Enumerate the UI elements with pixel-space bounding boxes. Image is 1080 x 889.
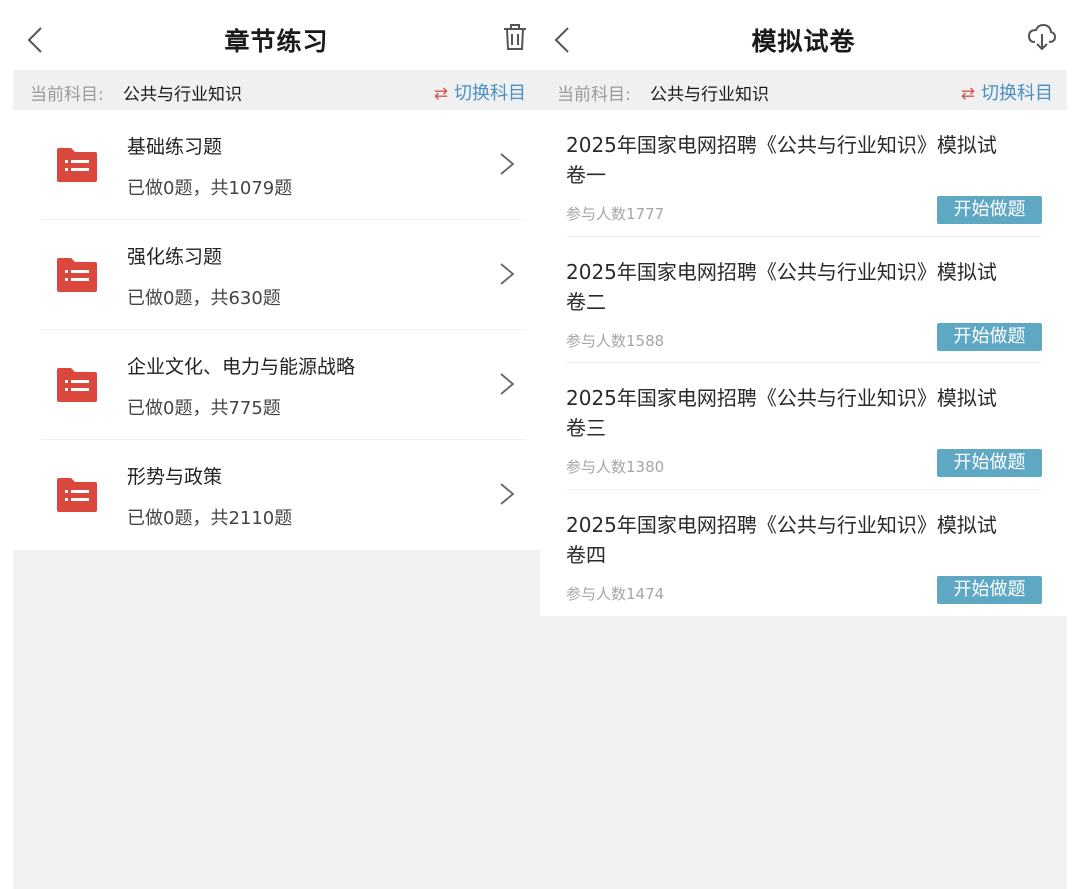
subject-value: 公共与行业知识 [123,85,242,105]
chapter-name: 企业文化、电力与能源战略 [127,356,356,378]
switch-subject-label: 切换科目 [454,83,526,104]
chapter-progress: 已做0题，共775题 [127,398,281,419]
folder-icon [57,258,97,292]
paper-title: 2025年国家电网招聘《公共与行业知识》模拟试卷一 [566,133,997,187]
list-item[interactable]: 2025年国家电网招聘《公共与行业知识》模拟试卷三 参与人数1380 开始做题 [540,363,1067,490]
chapter-practice-screen: 章节练习 当前科目: 公共与行业知识 ⇄ 切换科目 基础练习题 已做0题，共107… [13,0,540,889]
start-exam-button[interactable]: 开始做题 [937,575,1042,604]
participant-count: 参与人数1474 [566,584,665,603]
participant-count: 参与人数1588 [566,331,665,350]
switch-icon: ⇄ [433,84,448,104]
chapter-name: 形势与政策 [127,466,223,488]
switch-subject-button[interactable]: ⇄ 切换科目 [434,79,526,105]
list-item[interactable]: 基础练习题 已做0题，共1079题 [13,110,540,220]
start-exam-button[interactable]: 开始做题 [937,322,1042,351]
switch-subject-label: 切换科目 [981,83,1053,104]
chapter-name: 基础练习题 [127,136,223,158]
mock-exam-screen: 模拟试卷 当前科目: 公共与行业知识 ⇄ 切换科目 2025年国家电网招聘《公共与… [540,0,1067,889]
list-item[interactable]: 强化练习题 已做0题，共630题 [13,220,540,330]
trash-icon[interactable] [500,22,530,52]
start-exam-button[interactable]: 开始做题 [937,196,1042,224]
chapter-progress: 已做0题，共1079题 [127,178,293,199]
chevron-right-icon [500,263,515,285]
participant-count: 参与人数1777 [566,205,665,223]
page-title: 章节练习 [224,27,329,56]
chapter-progress: 已做0题，共2110题 [127,508,293,529]
subject-bar: 当前科目: 公共与行业知识 ⇄ 切换科目 [540,70,1067,110]
paper-list: 2025年国家电网招聘《公共与行业知识》模拟试卷一 参与人数1777 开始做题 … [540,110,1067,616]
list-item[interactable]: 企业文化、电力与能源战略 已做0题，共775题 [13,330,540,440]
cloud-download-icon[interactable] [1027,22,1057,52]
paper-title: 2025年国家电网招聘《公共与行业知识》模拟试卷三 [566,386,997,440]
folder-icon [57,478,97,512]
start-exam-button[interactable]: 开始做题 [937,449,1042,477]
folder-icon [57,368,97,402]
chapter-list: 基础练习题 已做0题，共1079题 强化练习题 已做0题，共630题 企业文化、… [13,110,540,550]
switch-icon: ⇄ [960,84,975,104]
chapter-name: 强化练习题 [127,246,223,268]
subject-label: 当前科目: [30,85,104,105]
list-item[interactable]: 2025年国家电网招聘《公共与行业知识》模拟试卷二 参与人数1588 开始做题 [540,237,1067,363]
folder-icon [57,148,97,182]
nav-bar: 模拟试卷 [540,0,1067,70]
participant-count: 参与人数1380 [566,458,665,476]
subject-label: 当前科目: [557,85,631,105]
chapter-progress: 已做0题，共630题 [127,288,281,309]
paper-title: 2025年国家电网招聘《公共与行业知识》模拟试卷四 [566,512,997,567]
list-item[interactable]: 形势与政策 已做0题，共2110题 [13,440,540,550]
list-item[interactable]: 2025年国家电网招聘《公共与行业知识》模拟试卷四 参与人数1474 开始做题 [540,490,1067,617]
paper-title: 2025年国家电网招聘《公共与行业知识》模拟试卷二 [566,259,997,314]
list-item[interactable]: 2025年国家电网招聘《公共与行业知识》模拟试卷一 参与人数1777 开始做题 [540,110,1067,237]
chevron-right-icon [500,373,515,395]
switch-subject-button[interactable]: ⇄ 切换科目 [961,79,1053,105]
chevron-right-icon [500,153,515,175]
chevron-right-icon [500,483,515,505]
subject-value: 公共与行业知识 [650,85,769,105]
page-title: 模拟试卷 [751,27,856,56]
subject-bar: 当前科目: 公共与行业知识 ⇄ 切换科目 [13,70,540,110]
nav-bar: 章节练习 [13,0,540,70]
